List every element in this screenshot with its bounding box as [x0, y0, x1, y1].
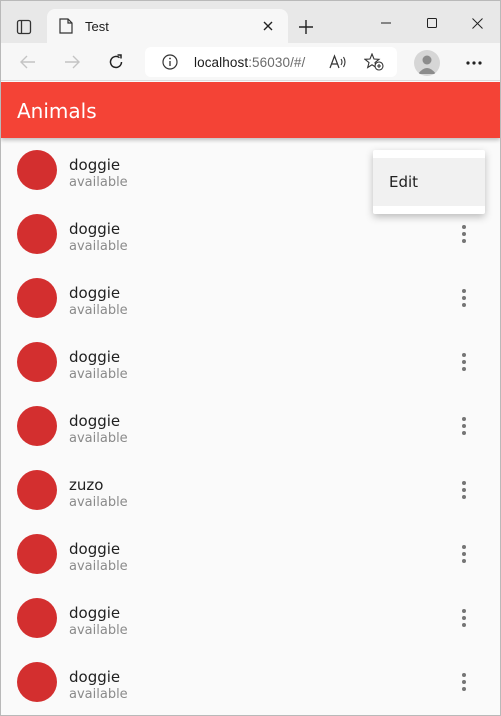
address-bar[interactable]: localhost:56030/#/	[145, 47, 397, 77]
star-add-icon[interactable]	[364, 53, 384, 71]
arrow-left-icon[interactable]	[15, 49, 41, 75]
browser-toolbar: localhost:56030/#/	[1, 43, 500, 81]
avatar	[17, 406, 57, 446]
avatar	[17, 150, 57, 190]
avatar	[17, 342, 57, 382]
page-title: Animals	[17, 99, 97, 123]
browser-tab[interactable]: Test	[47, 9, 288, 43]
more-vertical-icon[interactable]	[452, 348, 476, 376]
list-item[interactable]: doggie available	[1, 650, 500, 714]
animal-name: doggie	[69, 348, 121, 366]
reload-icon[interactable]	[103, 49, 129, 75]
animal-status: available	[69, 175, 128, 190]
animal-status: available	[69, 495, 128, 510]
animal-name: doggie	[69, 156, 121, 174]
avatar	[17, 214, 57, 254]
avatar	[17, 598, 57, 638]
animal-status: available	[69, 559, 128, 574]
context-menu: Edit	[373, 150, 485, 214]
animal-status: available	[69, 303, 128, 318]
list-item[interactable]: doggie available	[1, 266, 500, 330]
more-vertical-icon[interactable]	[452, 220, 476, 248]
more-horizontal-icon[interactable]	[461, 51, 487, 75]
read-aloud-icon[interactable]	[329, 54, 347, 70]
url-host: localhost	[194, 55, 249, 70]
more-vertical-icon[interactable]	[452, 476, 476, 504]
list-item[interactable]: doggie available	[1, 394, 500, 458]
more-vertical-icon[interactable]	[452, 284, 476, 312]
window-close-icon[interactable]	[454, 9, 500, 37]
info-icon[interactable]	[162, 54, 178, 70]
more-vertical-icon[interactable]	[452, 668, 476, 696]
new-tab-plus-icon[interactable]	[293, 15, 319, 39]
animal-name: doggie	[69, 604, 121, 622]
avatar	[17, 534, 57, 574]
list-item[interactable]: zuzo available	[1, 458, 500, 522]
list-item[interactable]: doggie available	[1, 586, 500, 650]
list-item[interactable]: doggie available	[1, 522, 500, 586]
animal-name: zuzo	[69, 476, 104, 494]
animal-name: doggie	[69, 668, 121, 686]
animal-name: doggie	[69, 540, 121, 558]
animal-name: doggie	[69, 412, 121, 430]
more-vertical-icon[interactable]	[452, 540, 476, 568]
app-bar: Animals	[1, 82, 500, 138]
tab-close-icon[interactable]	[258, 16, 278, 36]
animal-status: available	[69, 367, 128, 382]
animal-name: doggie	[69, 220, 121, 238]
avatar	[17, 662, 57, 702]
tab-title: Test	[85, 19, 109, 34]
animal-name: doggie	[69, 284, 121, 302]
page-icon	[59, 18, 73, 34]
animal-status: available	[69, 687, 128, 702]
animal-status: available	[69, 623, 128, 638]
animal-status: available	[69, 239, 128, 254]
page-viewport: Animals doggie available doggie available do…	[1, 82, 500, 715]
list-item[interactable]: doggie available	[1, 330, 500, 394]
profile-icon[interactable]	[414, 50, 440, 76]
menu-item-edit[interactable]: Edit	[373, 158, 485, 206]
url-text: localhost:56030/#/	[194, 55, 305, 70]
animal-list: doggie available doggie available doggie avai…	[1, 138, 500, 714]
title-bar: Test	[1, 1, 500, 43]
more-vertical-icon[interactable]	[452, 412, 476, 440]
maximize-icon[interactable]	[409, 9, 455, 37]
url-path: :56030/#/	[248, 55, 306, 70]
browser-window: Test localhost:56030/#/ Animals doggie a…	[0, 0, 501, 716]
more-vertical-icon[interactable]	[452, 604, 476, 632]
minimize-icon[interactable]	[363, 9, 409, 37]
menu-item-label: Edit	[389, 173, 419, 191]
animal-status: available	[69, 431, 128, 446]
avatar	[17, 470, 57, 510]
avatar	[17, 278, 57, 318]
tab-actions-icon[interactable]	[9, 13, 39, 41]
arrow-right-icon[interactable]	[59, 49, 85, 75]
